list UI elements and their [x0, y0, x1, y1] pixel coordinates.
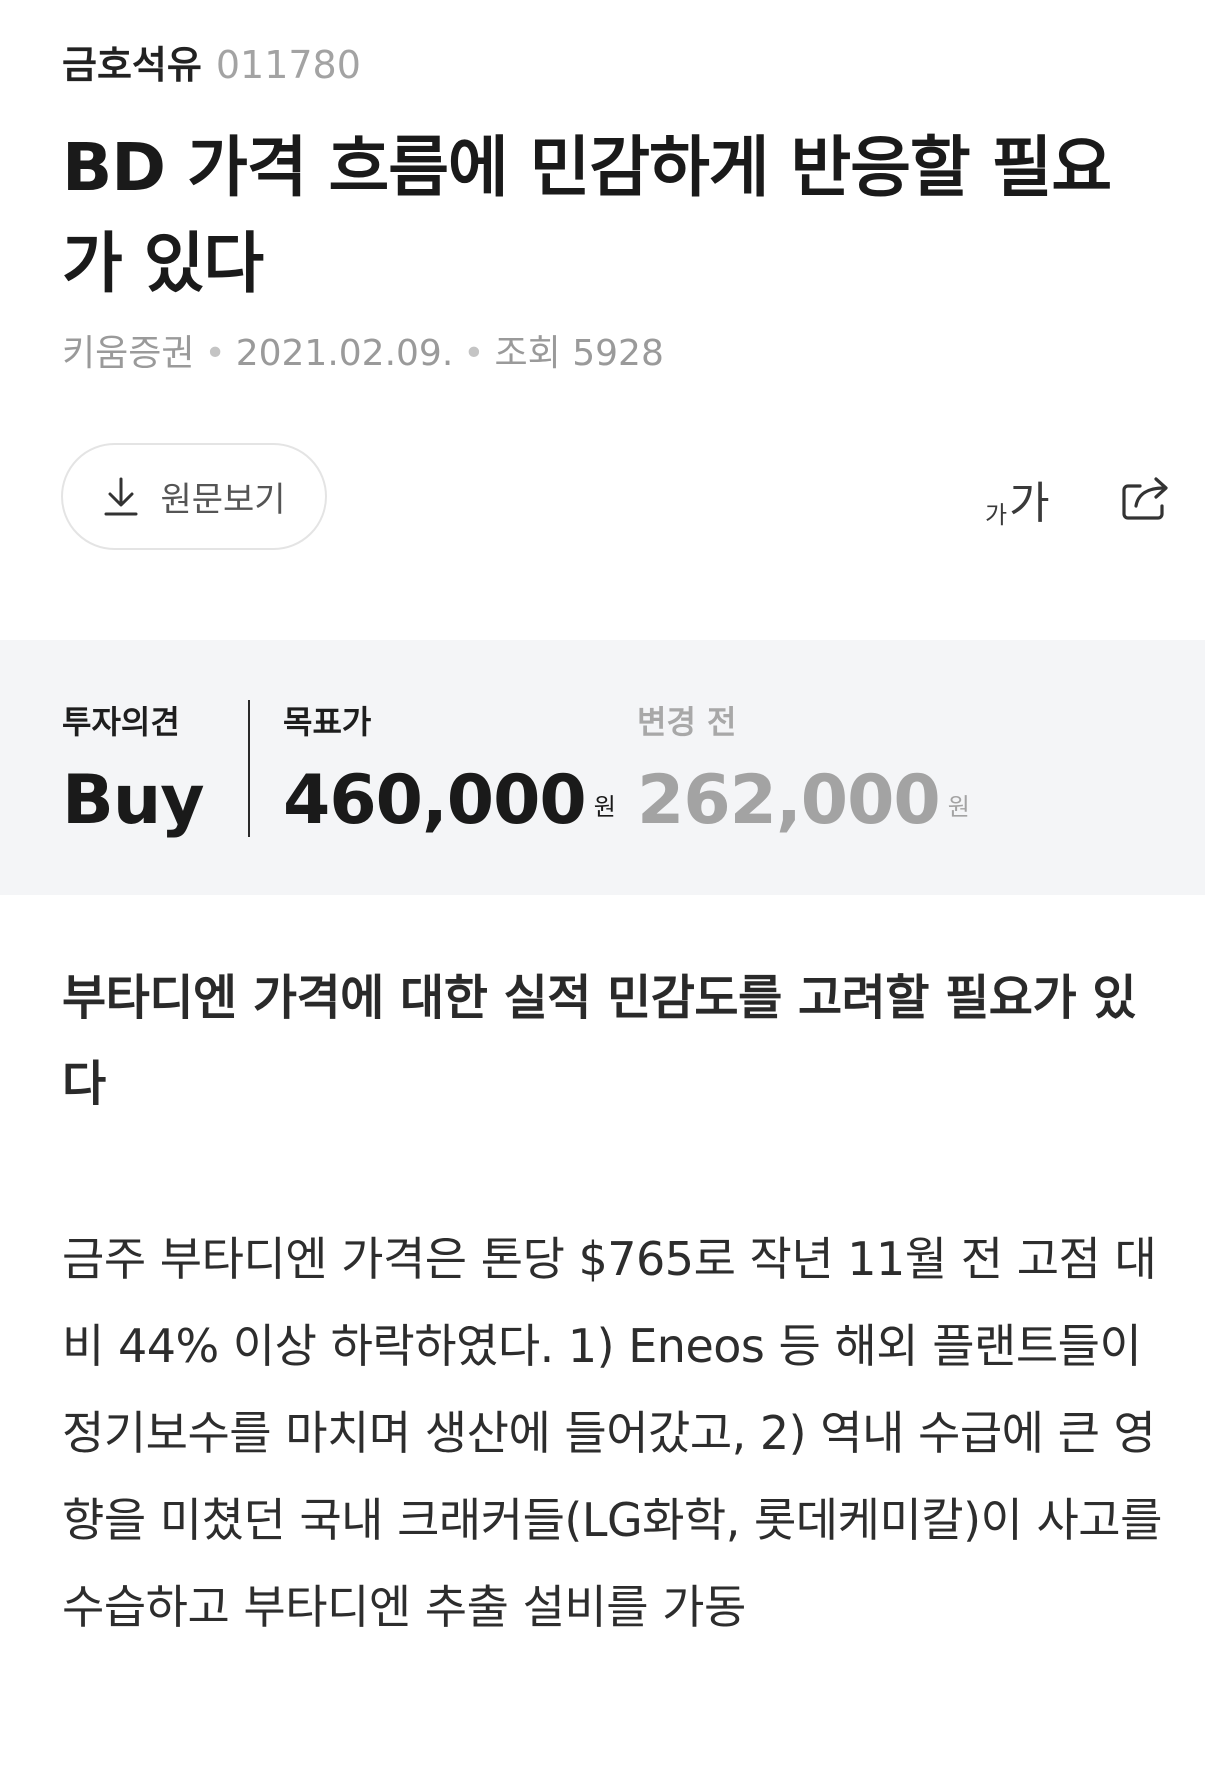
share-button[interactable]: [1118, 468, 1174, 524]
target-price-column: 목표가 460,000 원: [283, 702, 616, 846]
stock-header[interactable]: 금호석유 011780: [62, 40, 361, 90]
previous-price-column: 변경 전 262,000 원: [637, 702, 970, 846]
stock-name[interactable]: 금호석유: [62, 43, 202, 87]
share-icon: [1122, 477, 1168, 520]
font-size-small-glyph: 가: [985, 501, 1008, 529]
target-price-value: 460,000 원: [283, 756, 616, 846]
target-price-number: 460,000: [283, 761, 587, 840]
previous-price-unit: 원: [947, 793, 970, 821]
report-meta: 키움증권 • 2021.02.09. • 조회 5928: [62, 330, 664, 378]
views-label: 조회: [494, 333, 561, 374]
font-size-large-glyph: 가: [1009, 478, 1050, 529]
previous-price-label: 변경 전: [637, 703, 737, 741]
previous-price-number: 262,000: [637, 761, 941, 840]
opinion-column: 투자의견 Buy: [62, 702, 205, 846]
separator-dot: •: [463, 333, 485, 374]
opinion-divider: [248, 700, 250, 837]
separator-dot: •: [204, 333, 226, 374]
opinion-label: 투자의견: [62, 703, 180, 741]
view-original-button[interactable]: 원문보기: [61, 443, 327, 550]
report-summary-paragraph: 금주 부타디엔 가격은 톤당 $765로 작년 11월 전 고점 대비 44% …: [62, 1232, 1162, 1634]
opinion-value: Buy: [62, 761, 205, 840]
font-size-button[interactable]: 가가: [985, 470, 1050, 530]
previous-price-value: 262,000 원: [637, 756, 970, 846]
stock-code: 011780: [215, 43, 361, 87]
report-title: BD 가격 흐름에 민감하게 반응할 필요가 있다: [62, 129, 1112, 302]
target-price-unit: 원: [593, 793, 616, 821]
broker-name: 키움증권: [62, 333, 195, 374]
section-heading: 부타디엔 가격에 대한 실적 민감도를 고려할 필요가 있다: [62, 970, 1137, 1112]
views-count: 5928: [572, 333, 664, 374]
report-date: 2021.02.09.: [235, 333, 454, 374]
investment-opinion-panel: 투자의견 Buy 목표가 460,000 원 변경 전 262,000 원: [0, 640, 1205, 895]
view-original-label: 원문보기: [160, 480, 286, 520]
target-price-label: 목표가: [283, 703, 372, 741]
download-icon: [104, 477, 138, 515]
